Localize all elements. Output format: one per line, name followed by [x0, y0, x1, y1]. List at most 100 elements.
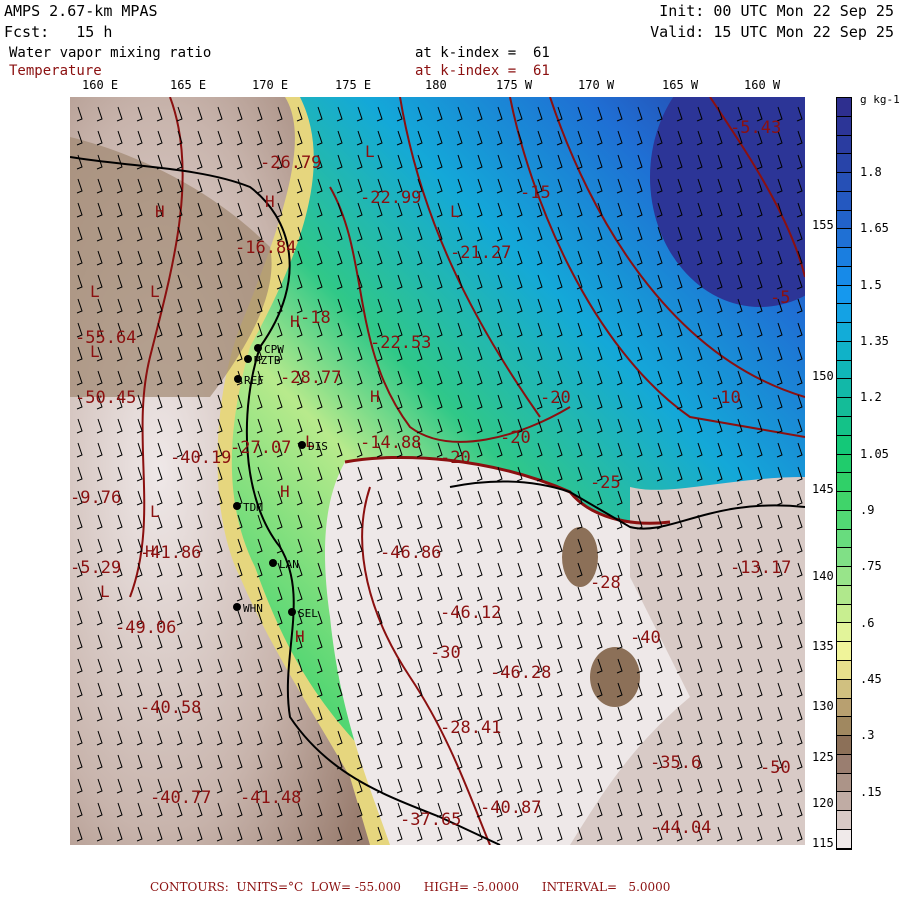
temperature-label: -44.04: [650, 818, 711, 838]
temperature-label: -20: [440, 448, 471, 468]
field-1-level: at k-index = 61: [415, 45, 550, 61]
temperature-label: -20: [500, 428, 531, 448]
pressure-center-mark: L: [100, 582, 110, 601]
temperature-label: -27.07: [230, 438, 291, 458]
colorbar-bin: [837, 567, 851, 586]
colorbar-bin: [837, 604, 851, 624]
temperature-label: -5.29: [70, 558, 121, 578]
temperature-label: -46.12: [440, 603, 501, 623]
colorbar-bin: [837, 811, 851, 830]
temperature-label: -13.17: [730, 558, 791, 578]
temperature-label: -46.28: [490, 663, 551, 683]
pressure-center-mark: L: [365, 142, 375, 161]
lon-label: 165 W: [662, 78, 699, 92]
temperature-label: -30: [430, 643, 461, 663]
temperature-label: -21.27: [450, 243, 511, 263]
field-2-level: at k-index = 61: [415, 63, 550, 79]
station-dot: [254, 344, 262, 352]
lon-label: 165 E: [170, 78, 207, 92]
temperature-label: -40.19: [170, 448, 231, 468]
colorbar-bin: [837, 548, 851, 568]
station-label: LAN: [279, 558, 299, 571]
colorbar-bin: [837, 379, 851, 399]
colorbar-tick-label: 1.65: [860, 221, 889, 236]
init-time: Init: 00 UTC Mon 22 Sep 25: [659, 2, 894, 20]
colorbar-tick-label: .45: [860, 672, 882, 687]
colorbar-bin: [837, 98, 851, 117]
temperature-label: -16.84: [235, 238, 296, 258]
colorbar-bin: [837, 623, 851, 643]
colorbar-bin: [837, 304, 851, 324]
temperature-label: -55.64: [75, 328, 136, 348]
colorbar-bin: [837, 773, 851, 793]
temperature-label: -25: [590, 473, 621, 493]
field-2-name: Temperature: [9, 63, 102, 79]
pressure-center-mark: H: [145, 542, 155, 561]
colorbar-units: g kg-1: [860, 93, 900, 106]
temperature-label: -40.77: [150, 788, 211, 808]
pressure-center-mark: L: [450, 202, 460, 221]
colorbar-bin: [837, 642, 851, 661]
pressure-center-mark: H: [370, 387, 380, 406]
colorbar-bin: [837, 492, 851, 511]
colorbar-bin: [837, 116, 851, 136]
station-dot: [298, 441, 306, 449]
temperature-label: -35.6: [650, 753, 701, 773]
station-dot: [269, 559, 277, 567]
temperature-label: -5: [770, 288, 790, 308]
lon-label: 180: [425, 78, 447, 92]
colorbar-bin: [837, 285, 851, 305]
colorbar-bin: [837, 135, 851, 155]
colorbar-bin: [837, 510, 851, 530]
station-dot: [244, 355, 252, 363]
lon-label: 175 W: [496, 78, 533, 92]
station-label: TDM: [243, 501, 263, 514]
colorbar-tick-label: 1.35: [860, 334, 889, 349]
colorbar-bin: [837, 698, 851, 718]
temperature-label: -10: [710, 388, 741, 408]
colorbar-bin: [837, 736, 851, 755]
lon-label: 160 E: [82, 78, 119, 92]
pressure-center-mark: H: [280, 482, 290, 501]
colorbar-bin: [837, 585, 851, 605]
temperature-label: -50.45: [75, 388, 136, 408]
colorbar-bin: [837, 360, 851, 380]
colorbar-bin: [837, 417, 851, 436]
colorbar-tick-label: .6: [860, 615, 875, 630]
temperature-label: -15: [520, 183, 551, 203]
colorbar-tick-label: .9: [860, 503, 875, 518]
colorbar-bin: [837, 829, 851, 849]
station-label: DIS: [308, 440, 328, 453]
lon-label: 175 E: [335, 78, 372, 92]
station-label: WHN: [243, 602, 263, 615]
temperature-label: -40.58: [140, 698, 201, 718]
temperature-label: -28.77: [280, 368, 341, 388]
colorbar-bin: [837, 679, 851, 699]
lon-label: 160 W: [744, 78, 781, 92]
colorbar-tick-label: 1.5: [860, 277, 882, 292]
temperature-label: -14.88: [360, 433, 421, 453]
lat-label: 140: [812, 569, 834, 583]
colorbar-tick-label: 1.05: [860, 446, 889, 461]
pressure-center-mark: L: [90, 282, 100, 301]
temperature-label: -22.53: [370, 333, 431, 353]
temperature-label: -40.87: [480, 798, 541, 818]
temperature-label: -41.48: [240, 788, 301, 808]
temperature-label: -9.76: [70, 488, 121, 508]
contour-info-footer: CONTOURS: UNITS=°C LOW= -55.000 HIGH= -5…: [150, 880, 671, 894]
temperature-label: -22.99: [360, 188, 421, 208]
temperature-label: -49.06: [115, 618, 176, 638]
map-plot: -26.79 -22.99 -21.27 -16.84 -18 -22.53 -55.64 -…: [70, 97, 805, 845]
lat-label: 125: [812, 750, 834, 764]
lat-label: 135: [812, 639, 834, 653]
colorbar-tick-label: 1.8: [860, 165, 882, 180]
lon-label: 170 E: [252, 78, 289, 92]
colorbar: [836, 97, 852, 850]
colorbar-bin: [837, 229, 851, 249]
field-1-name: Water vapor mixing ratio: [9, 45, 212, 61]
colorbar-bin: [837, 323, 851, 342]
colorbar-bin: [837, 792, 851, 812]
colorbar-bin: [837, 173, 851, 192]
colorbar-bin: [837, 754, 851, 774]
station-dot: [233, 502, 241, 510]
